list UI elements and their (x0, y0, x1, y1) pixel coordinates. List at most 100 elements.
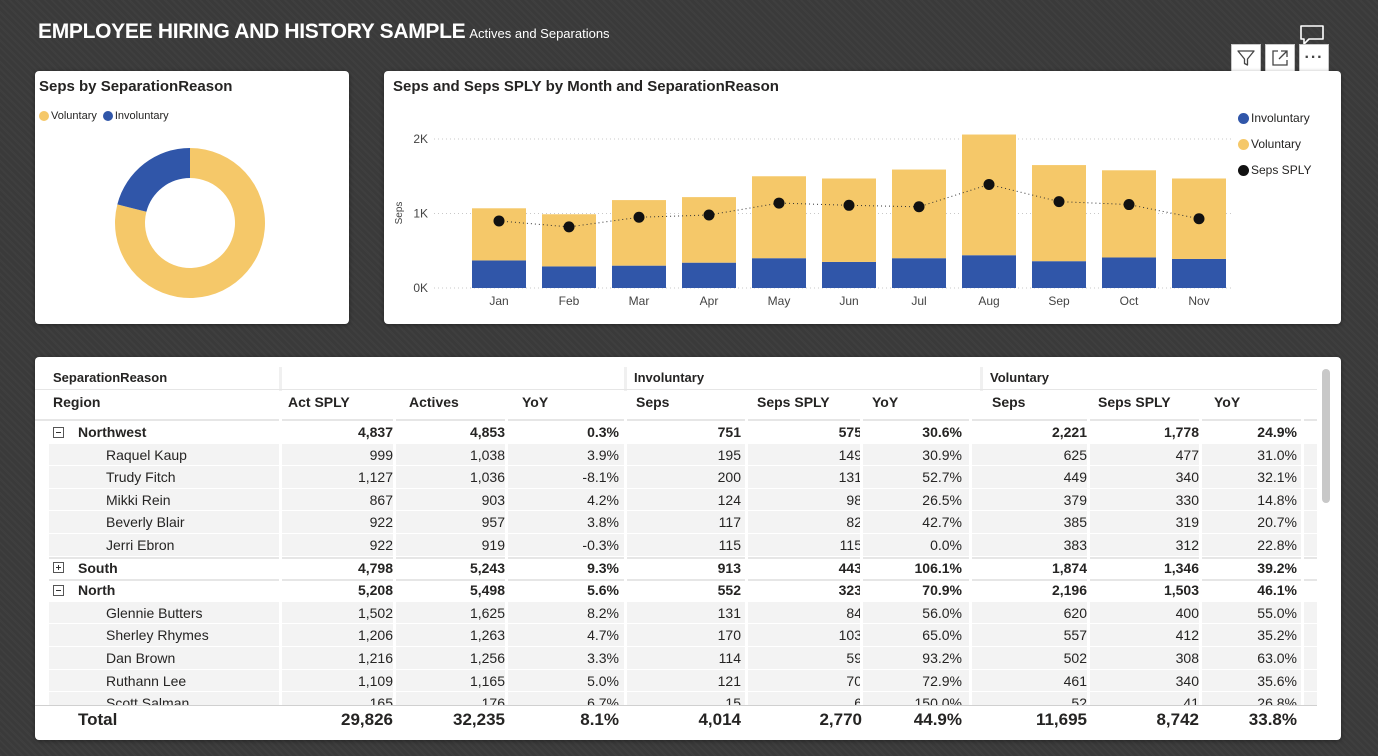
table-cell: 919 (481, 537, 505, 553)
table-cell: 385 (1063, 514, 1087, 531)
expand-icon[interactable] (53, 562, 64, 574)
column-header-region[interactable]: Region (53, 391, 281, 413)
donut-slice-involuntary[interactable] (117, 148, 190, 212)
bar-involuntary-jul[interactable] (892, 258, 946, 288)
employee-label: Mikki Rein (106, 489, 277, 511)
column-header-actives[interactable]: Actives (409, 391, 512, 413)
column-header-seps[interactable]: Seps (636, 391, 748, 413)
x-tick-label: Apr (700, 294, 719, 308)
seps-sply-point-mar[interactable] (633, 211, 645, 223)
employee-label: Glennie Butters (106, 602, 277, 624)
table-cell: 26.5% (922, 491, 962, 508)
total-cell: 8.1% (580, 710, 619, 729)
bar-voluntary-mar[interactable] (612, 200, 666, 266)
bar-involuntary-sep[interactable] (1032, 261, 1086, 288)
table-cell: 323 (838, 582, 862, 599)
table-cell: 2,196 (1051, 582, 1087, 599)
matrix-table-card[interactable]: SeparationReason Involuntary Voluntary Regi… (35, 357, 1341, 740)
column-header-yoy[interactable]: YoY (1214, 391, 1304, 413)
table-cell: 56.0% (922, 604, 962, 621)
y-tick-label: 1K (413, 207, 428, 221)
bar-voluntary-sep[interactable] (1032, 165, 1086, 262)
table-cell: 1,038 (469, 446, 505, 463)
table-cell: 340 (1175, 469, 1199, 486)
bar-involuntary-aug[interactable] (962, 255, 1016, 288)
collapse-icon[interactable] (53, 584, 64, 596)
column-header-seps[interactable]: Seps (992, 391, 1094, 413)
seps-sply-point-sep[interactable] (1053, 196, 1065, 208)
table-cell: 106.1% (914, 559, 962, 576)
column-separator (969, 391, 972, 711)
table-cell: 1,874 (1051, 559, 1087, 576)
table-cell: 115 (718, 537, 741, 553)
region-label: South (53, 557, 277, 579)
column-separator (1301, 391, 1304, 711)
donut-chart[interactable] (35, 71, 349, 324)
table-cell: 383 (1063, 537, 1087, 553)
seps-sply-point-aug[interactable] (983, 178, 995, 190)
table-cell: 1,109 (357, 672, 393, 689)
filter-button[interactable] (1231, 44, 1261, 72)
combo-chart[interactable]: 0K 1K 2K Seps Jan Feb Mar Apr May Jun Jul Aug Sep Oct… (384, 71, 1341, 324)
bar-voluntary-jul[interactable] (892, 169, 946, 259)
x-tick-label: Jul (911, 294, 926, 308)
bar-involuntary-mar[interactable] (612, 265, 666, 288)
bar-voluntary-aug[interactable] (962, 134, 1016, 256)
seps-sply-point-jan[interactable] (493, 215, 505, 227)
table-cell: 1,625 (469, 604, 505, 621)
y-tick-label: 2K (413, 132, 428, 146)
table-cell: 22.8% (1257, 537, 1297, 553)
collapse-icon[interactable] (53, 426, 64, 438)
table-cell: 200 (717, 469, 741, 486)
table-cell: 443 (838, 559, 862, 576)
employee-label: Jerri Ebron (106, 534, 277, 556)
bar-involuntary-jan[interactable] (472, 260, 526, 288)
seps-sply-point-apr[interactable] (703, 209, 715, 221)
column-header-yoy[interactable]: YoY (872, 391, 969, 413)
table-cell: 620 (1063, 604, 1087, 621)
bar-voluntary-jun[interactable] (822, 178, 876, 262)
employee-label: Sherley Rhymes (106, 624, 277, 646)
bar-involuntary-apr[interactable] (682, 262, 736, 288)
bar-involuntary-feb[interactable] (542, 266, 596, 288)
row-header-text: South (78, 559, 118, 576)
bar-involuntary-nov[interactable] (1172, 258, 1226, 288)
table-cell: 2,221 (1051, 424, 1087, 440)
column-header-act-sply[interactable]: Act SPLY (288, 391, 400, 413)
y-axis-label: Seps (394, 202, 405, 225)
seps-sply-point-feb[interactable] (563, 221, 575, 233)
bar-involuntary-may[interactable] (752, 258, 806, 288)
donut-chart-card[interactable]: Seps by SeparationReason Voluntary Invol… (35, 71, 349, 324)
table-cell: 867 (369, 491, 393, 508)
table-cell: 39.2% (1257, 559, 1297, 576)
bar-voluntary-apr[interactable] (682, 197, 736, 263)
seps-sply-point-oct[interactable] (1123, 199, 1135, 211)
seps-sply-point-nov[interactable] (1193, 213, 1205, 225)
table-cell: 1,127 (357, 469, 393, 486)
bar-voluntary-may[interactable] (752, 176, 806, 259)
row-header-text: Mikki Rein (106, 491, 171, 508)
table-cell: 149 (838, 446, 862, 463)
bar-voluntary-oct[interactable] (1102, 170, 1156, 258)
table-cell: 922 (369, 514, 393, 531)
scrollbar-thumb[interactable] (1322, 369, 1330, 503)
column-separator (624, 391, 627, 711)
matrix-table[interactable]: SeparationReason Involuntary Voluntary Regi… (35, 357, 1343, 740)
table-cell: 1,036 (469, 469, 505, 486)
more-options-button[interactable]: ··· (1299, 44, 1329, 72)
row-header-text: Beverly Blair (106, 514, 185, 531)
column-header-seps-sply[interactable]: Seps SPLY (757, 391, 869, 413)
seps-sply-point-jun[interactable] (843, 199, 855, 211)
column-header-yoy[interactable]: YoY (522, 391, 626, 413)
focus-mode-button[interactable] (1265, 44, 1295, 72)
table-cell: 42.7% (922, 514, 962, 531)
seps-sply-point-jul[interactable] (913, 201, 925, 213)
seps-sply-point-may[interactable] (773, 197, 785, 209)
combo-chart-card[interactable]: Seps and Seps SPLY by Month and Separati… (384, 71, 1341, 324)
report-subtitle: Actives and Separations (469, 26, 610, 41)
table-cell: 903 (481, 491, 505, 508)
bar-involuntary-oct[interactable] (1102, 257, 1156, 288)
column-header-seps-sply[interactable]: Seps SPLY (1098, 391, 1206, 413)
more-options-icon: ··· (1304, 49, 1324, 66)
bar-involuntary-jun[interactable] (822, 261, 876, 288)
